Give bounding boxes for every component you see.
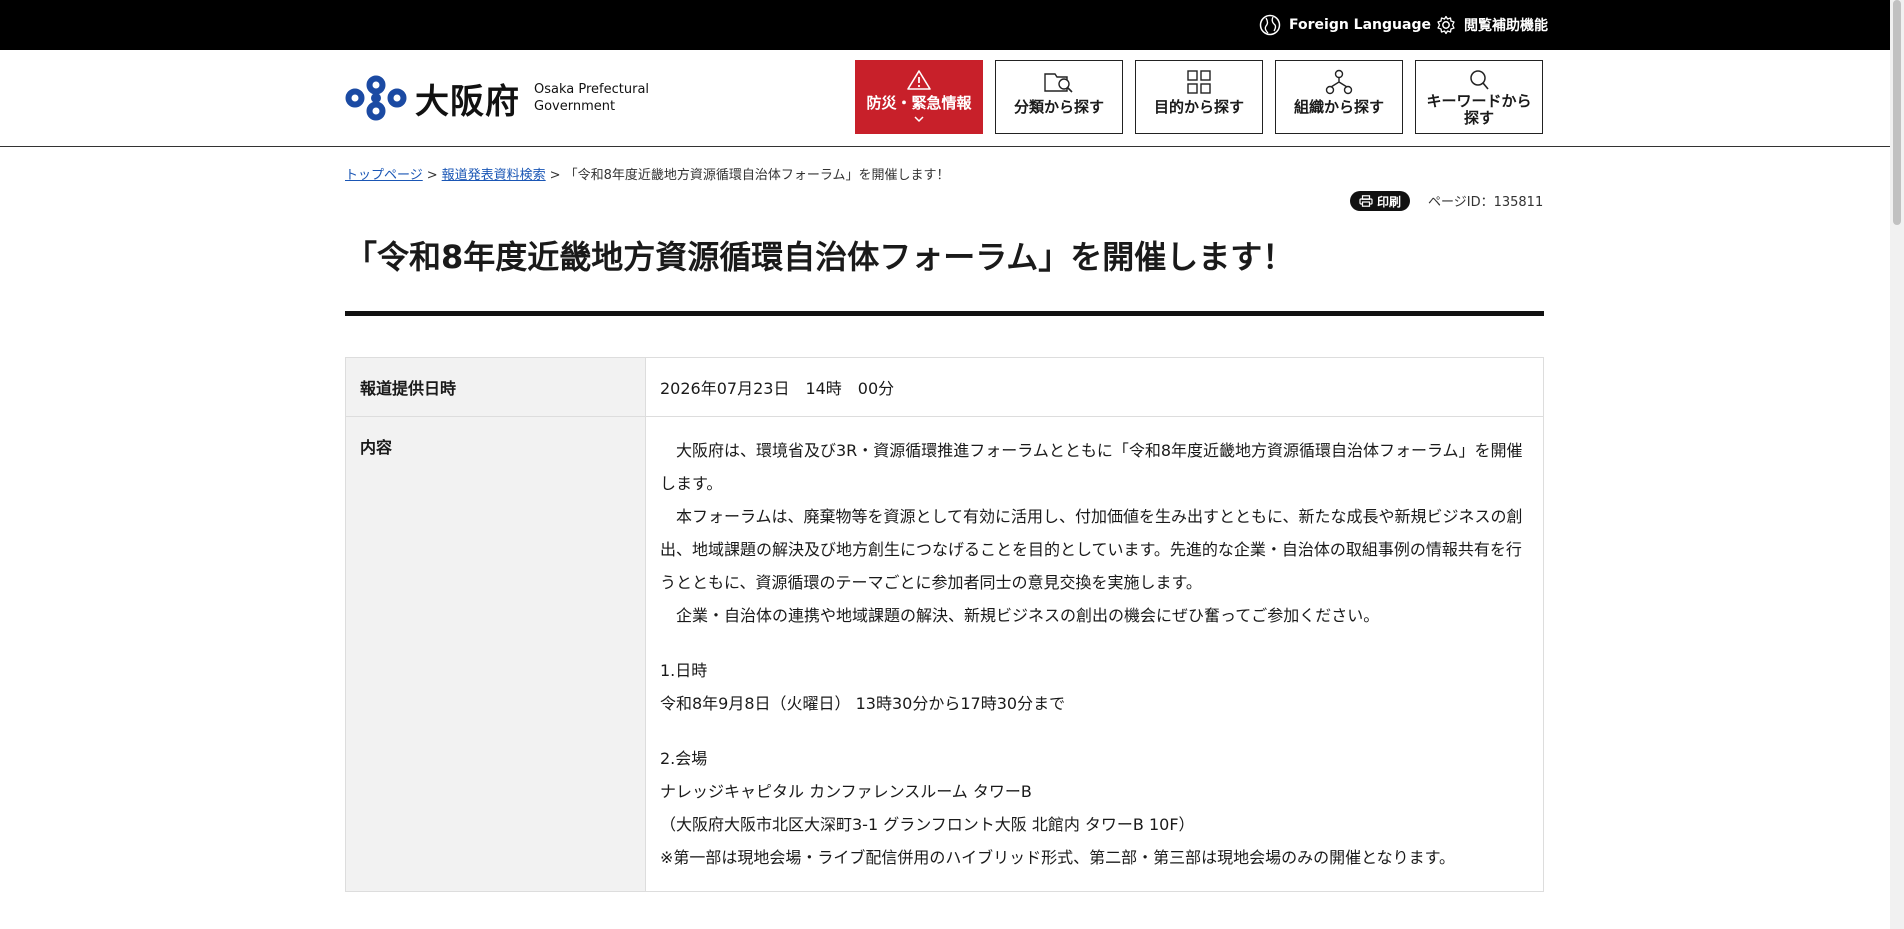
logo-title: 大阪府 (415, 81, 520, 122)
gear-icon (1437, 15, 1455, 35)
scrollbar-thumb[interactable] (1893, 0, 1901, 225)
content-paragraph: 企業・自治体の連携や地域課題の解決、新規ビジネスの創出の機会にぜひ奮ってご参加く… (676, 606, 1380, 625)
emergency-info-label: 防災・緊急情報 (866, 94, 972, 112)
event-date-text: 令和8年9月8日（火曜日） 13時30分から17時30分まで (660, 694, 1066, 713)
section-heading-date: 1.日時 (660, 661, 708, 680)
page-title: 「令和8年度近畿地方資源循環自治体フォーラム」を開催します！ (345, 238, 1295, 276)
date-value: 2026年07月23日 14時 00分 (645, 357, 1544, 417)
chevron-down-icon (914, 116, 924, 123)
accessibility-link[interactable]: 閲覧補助機能 (1436, 0, 1548, 50)
search-by-category-label: 分類から探す (1013, 98, 1104, 116)
breadcrumb-current: 「令和8年度近畿地方資源循環自治体フォーラム」を開催します！ (564, 168, 950, 183)
site-header: 大阪府 Osaka Prefectural Government 防災・緊急情報… (0, 50, 1904, 147)
category-search-icon (1044, 73, 1073, 93)
search-by-keyword-button[interactable]: キーワードから 探す (1415, 60, 1543, 134)
organization-icon (1325, 69, 1353, 95)
venue-name: ナレッジキャピタル カンファレンスルーム タワーB (660, 782, 1032, 801)
breadcrumb-home-link[interactable]: トップページ (345, 168, 423, 183)
logo-subtitle: Osaka Prefectural Government (534, 82, 650, 114)
foreign-language-link[interactable]: Foreign Language (1259, 0, 1431, 50)
osaka-emblem-icon (345, 75, 407, 121)
breadcrumb: トップページ > 報道発表資料検索 > 「令和8年度近畿地方資源循環自治体フォーラム」を… (345, 164, 949, 183)
table-row: 内容 大阪府は、環境省及び3R・資源循環推進フォーラムとともに「令和8年度近畿地… (345, 416, 1544, 892)
globe-icon (1259, 14, 1281, 36)
site-logo[interactable]: 大阪府 Osaka Prefectural Government (345, 72, 649, 124)
section-heading-venue: 2.会場 (660, 749, 708, 768)
emergency-info-button[interactable]: 防災・緊急情報 (855, 60, 983, 134)
date-label: 報道提供日時 (345, 357, 646, 417)
content-body: 大阪府は、環境省及び3R・資源循環推進フォーラムとともに「令和8年度近畿地方資源… (645, 416, 1544, 892)
top-utility-bar: Foreign Language 閲覧補助機能 (0, 0, 1904, 50)
warning-icon (907, 70, 931, 90)
venue-address: （大阪府大阪市北区大深町3-1 グランフロント大阪 北館内 タワーB 10F） (660, 815, 1195, 834)
print-label: 印刷 (1376, 194, 1401, 209)
search-icon (1470, 70, 1489, 90)
content-paragraph: 本フォーラムは、廃棄物等を資源として有効に活用し、付加価値を生み出すとともに、新… (660, 507, 1523, 592)
search-by-keyword-label: キーワードから 探す (1426, 92, 1532, 127)
search-by-purpose-button[interactable]: 目的から探す (1135, 60, 1263, 134)
search-by-purpose-label: 目的から探す (1153, 98, 1244, 116)
title-divider (345, 311, 1544, 316)
search-by-category-button[interactable]: 分類から探す (995, 60, 1123, 134)
table-row: 報道提供日時 2026年07月23日 14時 00分 (345, 357, 1544, 417)
print-button[interactable]: 印刷 (1350, 191, 1410, 211)
search-by-organization-button[interactable]: 組織から探す (1275, 60, 1403, 134)
grid-icon (1187, 70, 1211, 94)
page-id: ページID：135811 (1428, 195, 1544, 210)
breadcrumb-separator: > (549, 168, 561, 183)
press-release-table: 報道提供日時 2026年07月23日 14時 00分 内容 大阪府は、環境省及び… (345, 357, 1544, 892)
breadcrumb-press-link[interactable]: 報道発表資料検索 (442, 168, 546, 183)
search-by-organization-label: 組織から探す (1293, 98, 1384, 116)
foreign-language-label: Foreign Language (1289, 17, 1431, 33)
content-paragraph: 大阪府は、環境省及び3R・資源循環推進フォーラムとともに「令和8年度近畿地方資源… (660, 441, 1523, 493)
breadcrumb-separator: > (426, 168, 438, 183)
content-label: 内容 (345, 416, 646, 892)
venue-note: ※第一部は現地会場・ライブ配信併用のハイブリッド形式、第二部・第三部は現地会場の… (660, 848, 1456, 867)
accessibility-label: 閲覧補助機能 (1464, 18, 1548, 34)
printer-icon (1359, 195, 1373, 207)
